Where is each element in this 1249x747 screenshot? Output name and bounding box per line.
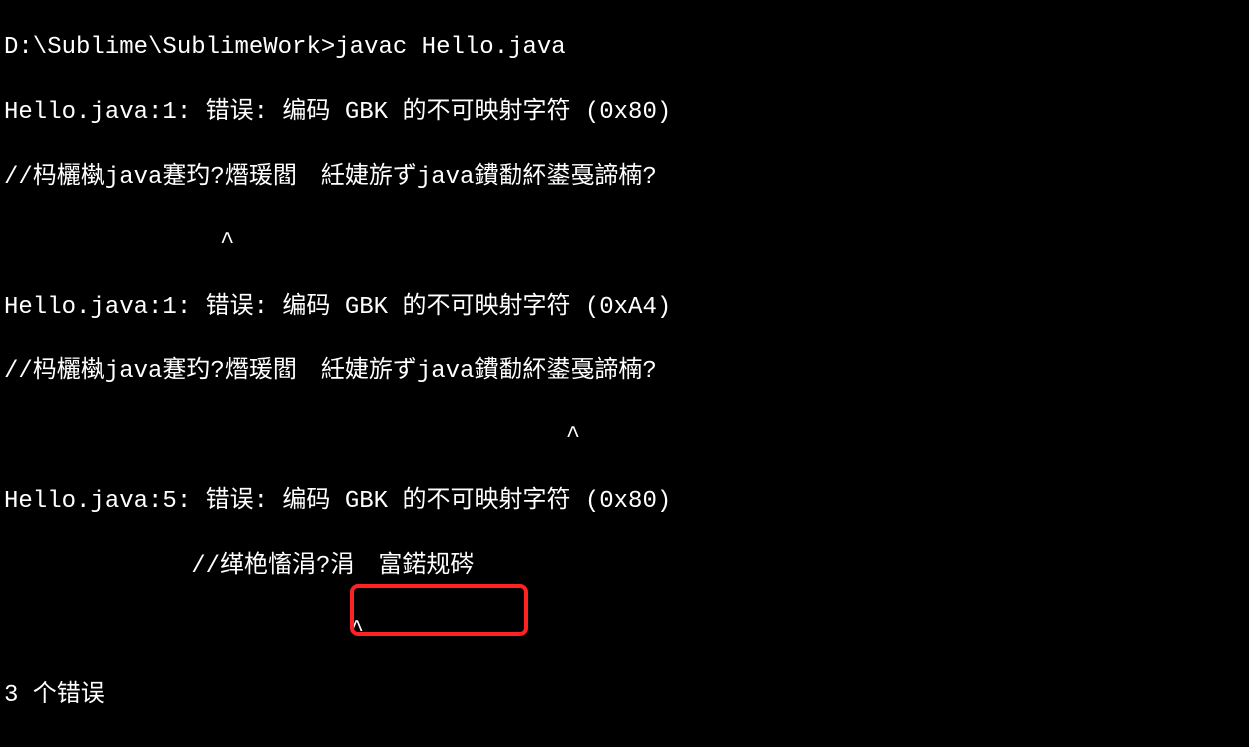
error-2-header: Hello.java:1: 错误: 编码 GBK 的不可映射字符 (0xA4) [4, 292, 1245, 324]
error-summary: 3 个错误 [4, 680, 1245, 712]
error-1-garbled: //杩欐槸java蹇玓?熸瑗閻 紝婕旂ずjava鐨勫紑鍙戞諦楠? [4, 162, 1245, 194]
caret-line-2: ^ [4, 421, 1245, 453]
error-3-header: Hello.java:5: 错误: 编码 GBK 的不可映射字符 (0x80) [4, 486, 1245, 518]
error-3-garbled: //缂栬慉涓?涓 富鍩规硶 [4, 551, 1245, 583]
error-2-garbled: //杩欐槸java蹇玓?熸瑗閻 紝婕旂ずjava鐨勫紑鍙戞諦楠? [4, 356, 1245, 388]
command: javac Hello.java [335, 34, 565, 61]
caret-line-1: ^ [4, 227, 1245, 259]
prompt-line-1: D:\Sublime\SublimeWork>javac Hello.java [4, 32, 1245, 64]
error-1-header: Hello.java:1: 错误: 编码 GBK 的不可映射字符 (0x80) [4, 97, 1245, 129]
terminal-output[interactable]: D:\Sublime\SublimeWork>javac Hello.java … [0, 0, 1249, 747]
caret-line-3: ^ [4, 615, 1245, 647]
prompt: D:\Sublime\SublimeWork> [4, 34, 335, 61]
